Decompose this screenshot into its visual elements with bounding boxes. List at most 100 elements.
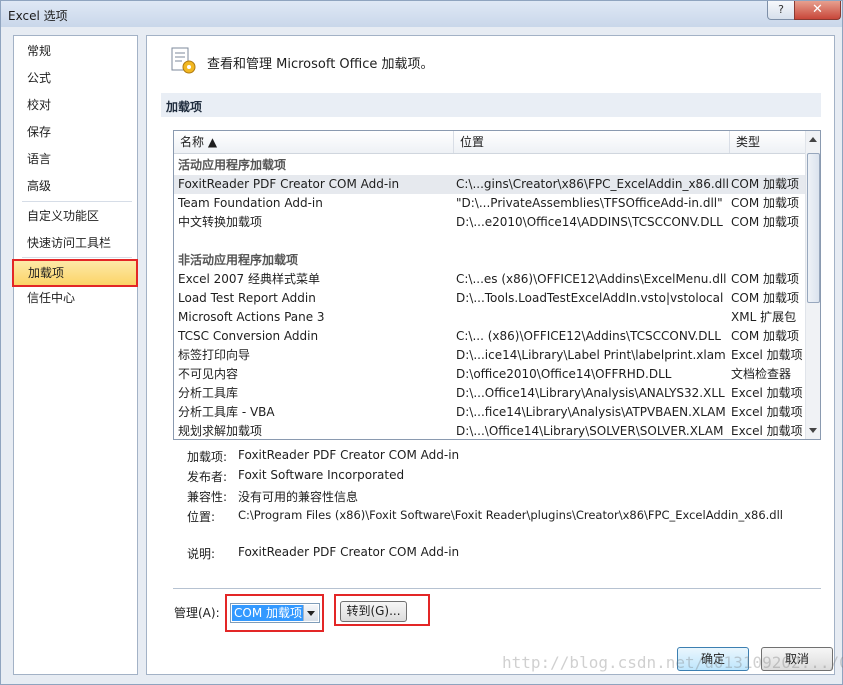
table-vertical-scrollbar[interactable]	[805, 131, 820, 439]
row-name: 规划求解加载项	[178, 424, 263, 438]
addins-table: 名称 ▲ 位置 类型 活动应用程序加载项 FoxitReader PDF Cre…	[173, 130, 821, 440]
panel-divider	[173, 588, 821, 589]
detail-description-value: FoxitReader PDF Creator COM Add-in	[238, 545, 460, 559]
row-type: XML 扩展包	[731, 310, 797, 324]
scroll-up-arrow-icon[interactable]	[809, 137, 817, 142]
sidebar-item-customize-ribbon[interactable]: 自定义功能区	[14, 204, 137, 228]
group-title: 非活动应用程序加载项	[178, 253, 299, 267]
table-row[interactable]: Team Foundation Add-in "D:\...PrivateAss…	[174, 194, 806, 213]
sidebar-item-proofing[interactable]: 校对	[14, 93, 137, 117]
group-header-inactive: 非活动应用程序加载项	[174, 251, 806, 270]
row-location: D:\office2010\Office14\OFFRHD.DLL	[456, 367, 672, 381]
table-row[interactable]: 标签打印向导 D:\...ice14\Library\Label Print\l…	[174, 346, 806, 365]
table-row[interactable]: 规划求解加载项 D:\...\Office14\Library\SOLVER\S…	[174, 422, 806, 439]
row-name: Load Test Report Addin	[178, 291, 316, 305]
close-button[interactable]: ✕	[794, 1, 841, 20]
table-row[interactable]: Load Test Report Addin D:\...Tools.LoadT…	[174, 289, 806, 308]
row-name: Microsoft Actions Pane 3	[178, 310, 325, 324]
row-name: FoxitReader PDF Creator COM Add-in	[178, 177, 400, 191]
row-type: COM 加载项	[731, 329, 799, 343]
row-name: TCSC Conversion Addin	[178, 329, 319, 343]
table-row[interactable]: 分析工具库 - VBA D:\...fice14\Library\Analysi…	[174, 403, 806, 422]
group-header-active: 活动应用程序加载项	[174, 156, 806, 175]
scroll-down-arrow-icon[interactable]	[809, 428, 817, 433]
sidebar-item-quick-access-toolbar[interactable]: 快速访问工具栏	[14, 231, 137, 255]
row-type: COM 加载项	[731, 177, 799, 191]
detail-publisher-value: Foxit Software Incorporated	[238, 468, 405, 482]
row-name: 不可见内容	[178, 367, 239, 381]
row-location: D:\...e2010\Office14\ADDINS\TCSCCONV.DLL	[456, 215, 723, 229]
table-header: 名称 ▲ 位置 类型	[174, 131, 806, 154]
detail-addin-label: 加载项:	[187, 450, 228, 464]
goto-button-highlight: 转到(G)...	[334, 594, 430, 626]
options-sidebar: 常规 公式 校对 保存 语言 高级 自定义功能区 快速访问工具栏 加载项 信任中…	[12, 35, 138, 675]
row-type: 文档检查器	[731, 367, 792, 381]
goto-button[interactable]: 转到(G)...	[340, 601, 407, 622]
section-header: 加载项	[161, 93, 821, 117]
sidebar-item-advanced[interactable]: 高级	[14, 174, 137, 198]
manage-dropdown-value: COM 加载项	[232, 605, 304, 621]
title-bar: Excel 选项 ? ✕	[1, 1, 842, 27]
detail-location-value: C:\Program Files (x86)\Foxit Software\Fo…	[238, 508, 783, 522]
row-location: D:\...Tools.LoadTestExcelAddIn.vsto|vsto…	[456, 291, 724, 305]
column-header-location[interactable]: 位置	[454, 131, 730, 153]
addins-panel: 查看和管理 Microsoft Office 加载项。 加载项 名称 ▲ 位置 …	[146, 35, 835, 675]
excel-options-dialog: Excel 选项 ? ✕ 常规 公式 校对 保存 语言 高级 自定义功能区 快速…	[0, 0, 843, 685]
table-row[interactable]: 分析工具库 D:\...Office14\Library\Analysis\AN…	[174, 384, 806, 403]
row-name: 分析工具库	[178, 386, 239, 400]
table-row[interactable]: Microsoft Actions Pane 3 XML 扩展包	[174, 308, 806, 327]
row-location: C:\...gins\Creator\x86\FPC_ExcelAddin_x8…	[456, 177, 729, 191]
column-header-type[interactable]: 类型	[730, 131, 806, 153]
group-title: 活动应用程序加载项	[178, 158, 287, 172]
row-name: Excel 2007 经典样式菜单	[178, 272, 320, 286]
help-button[interactable]: ?	[767, 1, 795, 20]
sidebar-item-addins[interactable]: 加载项	[12, 259, 138, 287]
detail-addin-value: FoxitReader PDF Creator COM Add-in	[238, 448, 460, 462]
sidebar-divider	[22, 257, 132, 258]
row-type: Excel 加载项	[731, 348, 803, 362]
sidebar-item-language[interactable]: 语言	[14, 147, 137, 171]
table-row[interactable]: FoxitReader PDF Creator COM Add-in C:\..…	[174, 175, 806, 194]
sidebar-item-general[interactable]: 常规	[14, 39, 137, 63]
table-row[interactable]: 不可见内容 D:\office2010\Office14\OFFRHD.DLL …	[174, 365, 806, 384]
watermark: http://blog.csdn.net/u013109202.../08	[502, 653, 843, 672]
row-location: D:\...\Office14\Library\SOLVER\SOLVER.XL…	[456, 424, 724, 438]
row-type: COM 加载项	[731, 196, 799, 210]
row-name: 分析工具库 - VBA	[178, 405, 275, 419]
manage-dropdown[interactable]: COM 加载项	[230, 603, 320, 623]
row-location: D:\...Office14\Library\Analysis\ANALYS32…	[456, 386, 725, 400]
sidebar-divider	[22, 201, 132, 202]
row-name: 中文转换加载项	[178, 215, 263, 229]
row-location: C:\...es (x86)\OFFICE12\Addins\ExcelMenu…	[456, 272, 727, 286]
row-location: C:\... (x86)\OFFICE12\Addins\TCSCCONV.DL…	[456, 329, 721, 343]
sidebar-item-trust-center[interactable]: 信任中心	[14, 286, 137, 310]
row-location: D:\...ice14\Library\Label Print\labelpri…	[456, 348, 726, 362]
row-name: Team Foundation Add-in	[178, 196, 323, 210]
table-row[interactable]: TCSC Conversion Addin C:\... (x86)\OFFIC…	[174, 327, 806, 346]
section-title: 加载项	[166, 100, 203, 114]
detail-compat-value: 没有可用的兼容性信息	[238, 490, 359, 504]
row-type: Excel 加载项	[731, 405, 803, 419]
sidebar-item-formulas[interactable]: 公式	[14, 66, 137, 90]
window-title: Excel 选项	[8, 9, 68, 23]
scrollbar-thumb[interactable]	[807, 153, 820, 303]
column-header-name[interactable]: 名称 ▲	[174, 131, 454, 153]
detail-location-label: 位置:	[187, 510, 216, 524]
addins-settings-icon	[171, 47, 196, 74]
row-type: COM 加载项	[731, 291, 799, 305]
table-row[interactable]: 中文转换加载项 D:\...e2010\Office14\ADDINS\TCSC…	[174, 213, 806, 232]
page-header: 查看和管理 Microsoft Office 加载项。	[207, 57, 434, 72]
sidebar-item-save[interactable]: 保存	[14, 120, 137, 144]
row-name: 标签打印向导	[178, 348, 251, 362]
detail-compat-label: 兼容性:	[187, 490, 228, 504]
chevron-down-icon[interactable]	[303, 605, 318, 621]
row-type: COM 加载项	[731, 215, 799, 229]
row-location: "D:\...PrivateAssemblies\TFSOfficeAdd-in…	[456, 196, 723, 210]
detail-description-label: 说明:	[187, 547, 216, 561]
row-type: COM 加载项	[731, 272, 799, 286]
row-location: D:\...fice14\Library\Analysis\ATPVBAEN.X…	[456, 405, 726, 419]
row-type: Excel 加载项	[731, 386, 803, 400]
table-row[interactable]: Excel 2007 经典样式菜单 C:\...es (x86)\OFFICE1…	[174, 270, 806, 289]
row-type: Excel 加载项	[731, 424, 803, 438]
manage-label: 管理(A):	[174, 606, 220, 620]
